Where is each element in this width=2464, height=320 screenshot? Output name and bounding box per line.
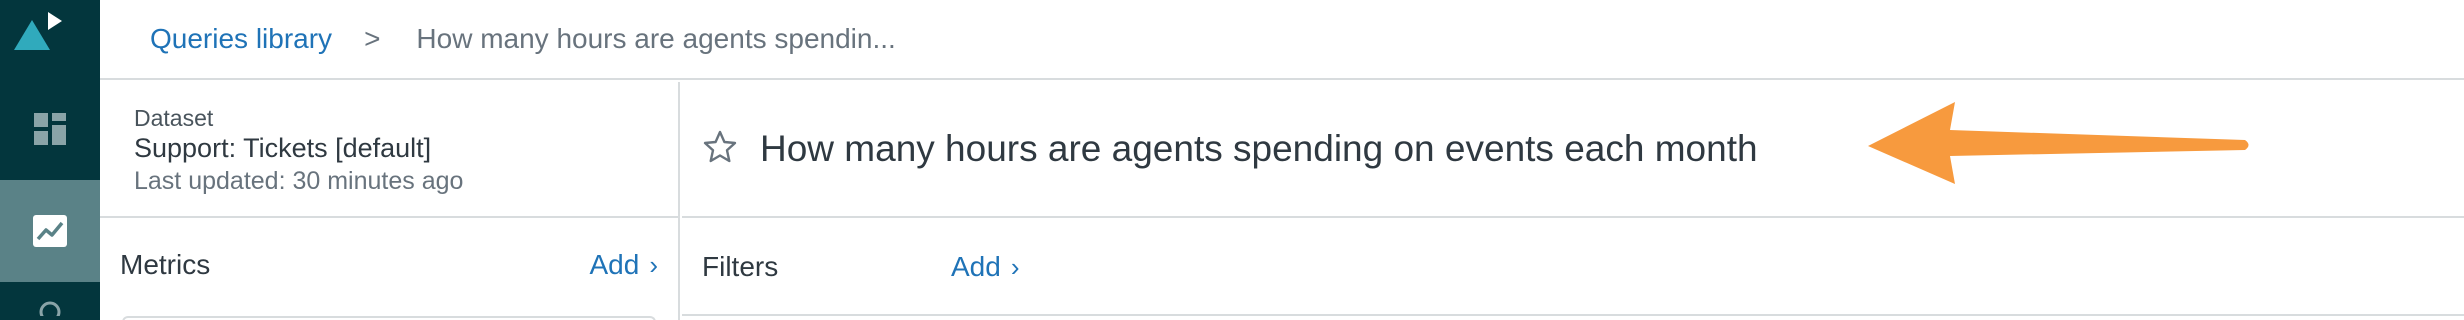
dataset-label: Dataset: [134, 105, 214, 131]
add-metric-label: Add: [589, 249, 640, 280]
metrics-section: Metrics Add ›: [100, 220, 678, 310]
explore-logo-icon: [14, 12, 62, 50]
arrow-left-icon: [1868, 102, 2249, 184]
add-metric-button[interactable]: Add ›: [590, 249, 659, 281]
filters-label: Filters: [702, 251, 779, 282]
chevron-right-icon: ›: [1010, 252, 1020, 282]
dataset-name: Support: Tickets [default]: [134, 133, 432, 163]
metrics-label: Metrics: [120, 249, 211, 280]
query-config-panel: Dataset Support: Tickets [default] Last …: [100, 82, 680, 320]
breadcrumb-separator: >: [364, 23, 381, 54]
metric-drop-zone[interactable]: [122, 316, 656, 320]
nav-item-dashboards[interactable]: [0, 78, 100, 180]
search-icon: [39, 301, 61, 316]
dataset-last-updated: Last updated: 30 minutes ago: [134, 167, 464, 195]
star-icon: [703, 130, 737, 162]
query-title[interactable]: How many hours are agents spending on ev…: [760, 128, 1758, 170]
dataset-selector[interactable]: Dataset Support: Tickets [default] Last …: [100, 82, 678, 218]
breadcrumb-queries-library[interactable]: Queries library: [150, 23, 332, 55]
add-filter-label: Add: [951, 251, 1001, 282]
nav-item-more[interactable]: [0, 282, 100, 320]
chevron-right-icon: ›: [649, 250, 658, 280]
add-filter-button[interactable]: Add ›: [951, 251, 1020, 283]
breadcrumb-current-query: How many hours are agents spendin...: [416, 23, 896, 54]
favorite-star-button[interactable]: [702, 129, 760, 170]
filters-section: Filters Add ›: [682, 220, 2464, 316]
nav-item-queries[interactable]: [0, 180, 100, 282]
nav-rail: [0, 0, 100, 320]
app-logo[interactable]: [0, 0, 100, 78]
dashboard-icon: [34, 113, 66, 145]
breadcrumb: Queries library > How many hours are age…: [100, 0, 2464, 80]
trend-chart-icon: [33, 215, 67, 247]
